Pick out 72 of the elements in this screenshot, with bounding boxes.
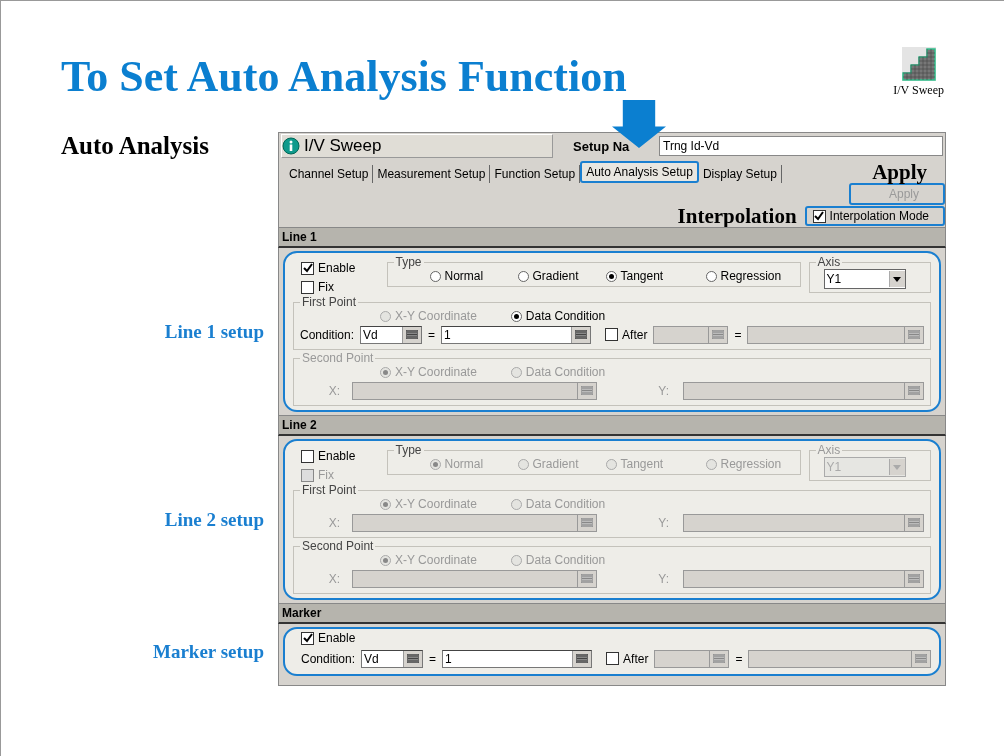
tab[interactable]: Channel Setup: [285, 165, 374, 183]
input-field[interactable]: Vd: [361, 649, 424, 668]
after-checkbox[interactable]: After: [606, 651, 649, 666]
field-label: Y:: [657, 383, 669, 398]
tab[interactable]: Auto Analysis Setup: [580, 161, 699, 183]
window-title: I/V Sweep: [304, 136, 382, 156]
tab[interactable]: Display Setup: [698, 165, 782, 183]
field-label: Condition:: [301, 651, 356, 666]
equals-sign: =: [428, 327, 436, 342]
keypad-icon[interactable]: [407, 654, 420, 663]
section-header: Line 1: [278, 227, 946, 248]
field-label: Y:: [657, 515, 669, 530]
group-label: Axis: [816, 443, 842, 457]
dropdown-arrow-icon: [893, 276, 901, 282]
enable-checkbox[interactable]: Enable: [301, 261, 379, 275]
input-field[interactable]: [747, 325, 924, 344]
input-field[interactable]: [653, 325, 729, 344]
annotation-label: Interpolation: [677, 203, 797, 229]
slide-title: To Set Auto Analysis Function: [61, 51, 627, 102]
after-checkbox[interactable]: After: [605, 327, 648, 342]
check-icon: [302, 633, 313, 643]
group-label: Type: [394, 443, 423, 457]
setup-name-label: Setup Na: [573, 138, 631, 154]
callout-label: Line 2 setup: [164, 508, 264, 531]
group-label: First Point: [301, 483, 357, 497]
equals-sign: =: [735, 651, 743, 666]
callout-label: Line 1 setup: [164, 320, 264, 343]
setup-name-field[interactable]: Trng Id-Vd: [659, 136, 943, 156]
tab[interactable]: Measurement Setup: [373, 165, 491, 183]
input-field[interactable]: [683, 381, 924, 400]
section-header: Line 2: [278, 415, 946, 436]
group-label: First Point: [301, 295, 357, 309]
input-field[interactable]: [654, 649, 730, 668]
group-label: Second Point: [301, 539, 375, 553]
field-label: Condition:: [300, 327, 355, 342]
keypad-icon[interactable]: [406, 330, 419, 339]
radio-option[interactable]: Data Condition: [510, 309, 606, 323]
field-label: X:: [327, 515, 340, 530]
group-label: Axis: [816, 255, 842, 269]
input-field[interactable]: 1: [442, 649, 593, 668]
input-field[interactable]: 1: [441, 325, 592, 344]
slide-subtitle: Auto Analysis: [61, 132, 210, 160]
callout-label: Marker setup: [153, 640, 264, 663]
input-field[interactable]: [683, 569, 924, 588]
fix-checkbox[interactable]: Fix: [301, 280, 379, 294]
enable-checkbox[interactable]: Enable: [301, 449, 379, 463]
annotation-label: Apply: [872, 160, 927, 185]
section-header: Marker: [278, 603, 946, 624]
group-label: Type: [394, 255, 423, 269]
check-icon: [302, 263, 313, 273]
input-field[interactable]: [748, 649, 931, 668]
field-label: Y:: [657, 571, 669, 586]
equals-sign: =: [734, 327, 742, 342]
keypad-icon[interactable]: [576, 654, 589, 663]
axis-dropdown[interactable]: Y1: [823, 269, 906, 289]
icon-label: I/V Sweep: [893, 83, 944, 98]
input-field[interactable]: Vd: [360, 325, 423, 344]
field-label: X:: [327, 383, 340, 398]
interpolation-checkbox[interactable]: Interpolation Mode: [804, 206, 945, 226]
equals-sign: =: [429, 651, 437, 666]
enable-checkbox[interactable]: Enable: [301, 631, 931, 645]
radio-option[interactable]: Normal: [429, 269, 518, 283]
keypad-icon[interactable]: [575, 330, 588, 339]
radio-option[interactable]: Tangent: [605, 269, 706, 283]
check-icon: [814, 211, 825, 221]
staircase-icon: [901, 47, 936, 81]
group-label: Second Point: [301, 351, 375, 365]
input-field[interactable]: [683, 513, 924, 532]
radio-option[interactable]: Gradient: [517, 269, 606, 283]
field-label: X:: [327, 571, 340, 586]
dropdown-arrow-icon: [893, 464, 901, 470]
radio-option[interactable]: Regression: [705, 269, 794, 283]
